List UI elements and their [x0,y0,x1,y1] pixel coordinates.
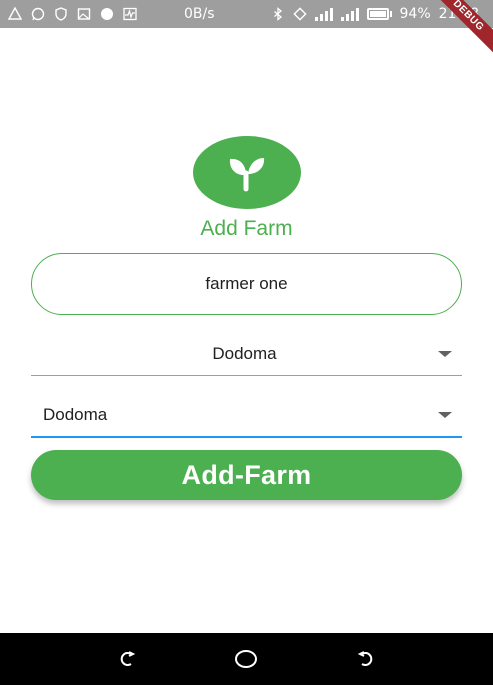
logo [193,136,301,209]
home-icon[interactable] [234,647,258,671]
warning-icon [8,7,22,21]
navigation-bar [0,633,493,685]
bluetooth-icon [271,7,285,21]
district-dropdown[interactable]: Dodoma [31,393,462,438]
district-dropdown-value: Dodoma [43,404,108,424]
recents-icon[interactable] [352,647,376,671]
caret-down-icon [438,350,452,357]
back-icon[interactable] [117,647,141,671]
region-dropdown[interactable]: Dodoma [31,332,462,376]
rotate-icon [292,7,307,21]
shield-icon [54,7,68,21]
battery-percent: 94% [399,6,431,22]
battery-charging-icon [366,8,392,20]
signal-icon [340,7,359,21]
farm-name-value: farmer one [205,274,288,293]
sprout-icon [229,157,265,191]
signal-icon [314,7,333,21]
add-farm-button[interactable]: Add-Farm [31,450,462,500]
add-farm-button-label: Add-Farm [181,459,312,490]
page-title: Add Farm [200,217,293,240]
region-dropdown-value: Dodoma [212,343,277,363]
status-bar: 0B/s 94% 21:28 [0,0,493,28]
farm-name-input[interactable]: farmer one [31,253,462,315]
activity-icon [123,7,137,21]
image-icon [77,7,91,21]
circle-icon [100,7,114,21]
caret-down-icon [438,411,452,418]
net-speed: 0B/s [184,6,215,22]
whatsapp-icon [31,7,45,21]
